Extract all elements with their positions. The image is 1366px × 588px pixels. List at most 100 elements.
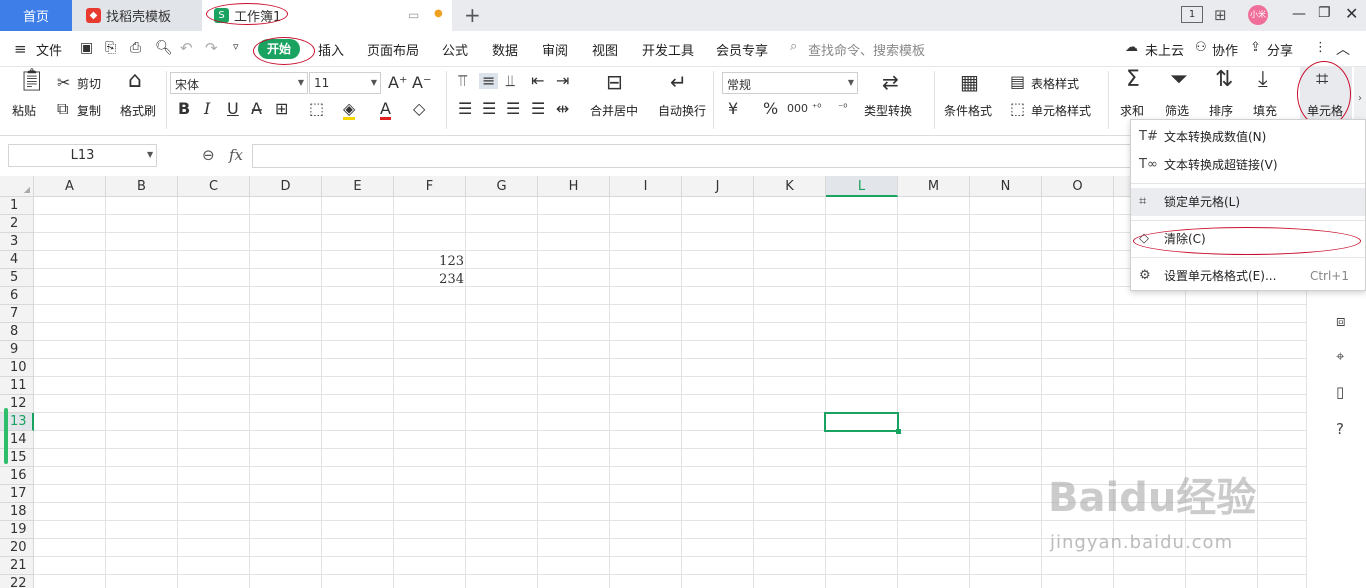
collapse-ribbon-icon[interactable]: ︿ [1336,39,1350,59]
fill-button[interactable]: 填充 [1253,102,1277,119]
row-header-16[interactable]: 16 [0,467,34,485]
clear-format-icon[interactable]: ◇ [413,101,425,117]
more-options-icon[interactable]: ⋮ [1314,40,1327,55]
row-header-9[interactable]: 9 [0,341,34,359]
location-icon[interactable]: ⌖ [1336,347,1344,365]
row-header-11[interactable]: 11 [0,377,34,395]
menu-tab-review[interactable]: 审阅 [542,40,568,59]
cut-button[interactable]: 剪切 [77,75,101,92]
fill-icon[interactable]: ⤓ [1258,69,1268,91]
column-header-H[interactable]: H [538,176,610,197]
print-icon[interactable]: ⎙ [130,40,141,56]
row-header-8[interactable]: 8 [0,323,34,341]
wrap-text-button[interactable]: 自动换行 [658,102,706,119]
zoom-icon[interactable]: ⊖ [202,146,215,164]
row-header-7[interactable]: 7 [0,305,34,323]
copy-button[interactable]: 复制 [77,102,101,119]
cell-style-brush-icon[interactable]: ⬚ [309,101,324,117]
save-icon[interactable]: ▣ [80,40,93,56]
row-header-3[interactable]: 3 [0,233,34,251]
percent-icon[interactable]: % [763,101,778,117]
selected-cell-L13[interactable] [824,412,899,432]
align-right-icon[interactable]: ☰ [506,101,520,117]
cell-F4[interactable]: 123 [394,254,464,269]
justify-icon[interactable]: ☰ [531,101,545,117]
row-header-20[interactable]: 20 [0,539,34,557]
menu-item-format-cells[interactable]: ⚙ 设置单元格格式(E)... Ctrl+1 [1131,262,1365,290]
decrease-decimal-icon[interactable]: ⁻⁰ [838,101,847,117]
conditional-format-button[interactable]: 条件格式 [944,102,992,119]
user-avatar[interactable]: 小米 [1248,5,1268,25]
sort-button[interactable]: 排序 [1209,102,1233,119]
chevron-down-icon[interactable]: ▼ [147,150,153,159]
row-header-6[interactable]: 6 [0,287,34,305]
help-icon[interactable]: ? [1336,420,1344,438]
format-painter-icon[interactable]: ⌂ [128,70,142,92]
print-preview-icon[interactable]: 🔍︎ [155,40,173,56]
column-header-E[interactable]: E [322,176,394,197]
export-icon[interactable]: ⎘ [105,40,116,56]
share-button[interactable]: 分享 [1267,40,1293,59]
menu-tab-insert[interactable]: 插入 [318,40,344,59]
menu-tab-page-layout[interactable]: 页面布局 [367,40,419,59]
align-middle-icon[interactable]: ≡ [479,73,499,89]
menu-tab-data[interactable]: 数据 [492,40,518,59]
cell-F5[interactable]: 234 [394,272,464,287]
row-header-4[interactable]: 4 [0,251,34,269]
filter-icon[interactable]: ⏷ [1170,69,1188,91]
book-icon[interactable]: ▯ [1336,383,1344,401]
column-header-G[interactable]: G [466,176,538,197]
column-header-D[interactable]: D [250,176,322,197]
menu-item-text-to-number[interactable]: T# 文本转换成数值(N) [1131,123,1365,151]
monitor-icon[interactable]: ▭ [408,8,419,22]
menu-file[interactable]: 文件 [36,40,62,59]
row-header-5[interactable]: 5 [0,269,34,287]
spreadsheet-grid[interactable]: ◢ ABCDEFGHIJKLMNOPQR 1234567891011121314… [0,176,1306,588]
menu-tab-developer[interactable]: 开发工具 [642,40,694,59]
italic-icon[interactable]: I [204,101,210,117]
filter-button[interactable]: 筛选 [1165,102,1189,119]
fill-handle[interactable] [896,429,901,434]
align-left-icon[interactable]: ☰ [458,101,472,117]
distributed-align-icon[interactable]: ⇹ [556,101,569,117]
fill-color-icon[interactable]: ◈ [343,101,356,120]
border-icon[interactable]: ⊞ [275,101,288,117]
column-header-M[interactable]: M [898,176,970,197]
align-center-icon[interactable]: ☰ [482,101,496,117]
row-header-21[interactable]: 21 [0,557,34,575]
cell-style-button[interactable]: 单元格样式 [1031,102,1091,119]
bold-icon[interactable]: B [178,101,190,117]
font-name-select[interactable]: 宋体 ▼ [170,72,308,94]
row-header-17[interactable]: 17 [0,485,34,503]
column-header-J[interactable]: J [682,176,754,197]
thousands-icon[interactable]: 000 [787,101,808,117]
merge-center-icon[interactable]: ⊟ [606,72,623,92]
paste-button[interactable]: 粘贴 [12,102,36,119]
tab-home[interactable]: 首页 [0,0,72,31]
column-header-O[interactable]: O [1042,176,1114,197]
layout-1-icon[interactable]: 1 [1181,6,1203,23]
menu-tab-view[interactable]: 视图 [592,40,618,59]
sort-icon[interactable]: ⇅ [1215,69,1233,91]
currency-icon[interactable]: ¥ [728,101,738,117]
paste-icon[interactable]: 📋︎ [18,70,46,92]
image-tool-icon[interactable]: ⧈ [1336,312,1346,330]
menu-item-text-to-link[interactable]: T∞ 文本转换成超链接(V) [1131,151,1365,179]
menu-item-lock-cell[interactable]: ⌗ 锁定单元格(L) [1131,188,1365,216]
type-convert-icon[interactable]: ⇄ [882,72,899,92]
sum-button[interactable]: 求和 [1120,102,1144,119]
column-header-I[interactable]: I [610,176,682,197]
restore-icon[interactable]: ❐ [1318,5,1331,21]
row-header-18[interactable]: 18 [0,503,34,521]
table-style-button[interactable]: 表格样式 [1031,75,1079,92]
new-tab-button[interactable]: + [464,3,481,27]
cell-style-icon[interactable]: ⬚ [1010,101,1025,117]
row-header-10[interactable]: 10 [0,359,34,377]
grid-view-icon[interactable]: ⊞ [1214,6,1227,24]
wrap-text-icon[interactable]: ↵ [670,72,687,92]
undo-icon[interactable]: ↶ [180,39,193,57]
font-color-icon[interactable]: A [380,101,391,120]
column-header-F[interactable]: F [394,176,466,197]
increase-indent-icon[interactable]: ⇥ [556,73,569,89]
number-format-select[interactable]: 常规 ▼ [722,72,858,94]
